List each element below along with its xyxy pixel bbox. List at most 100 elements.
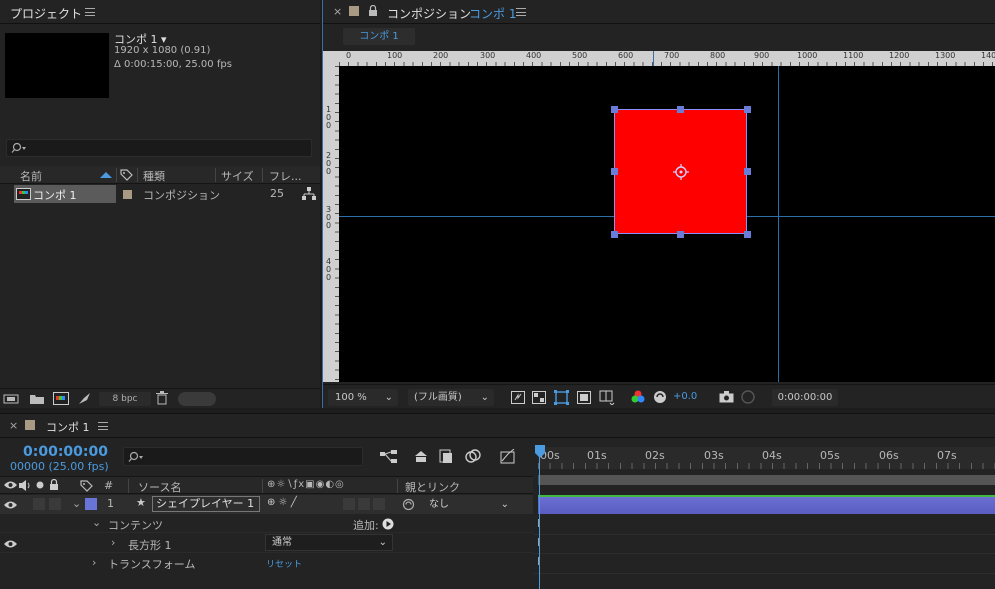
label-tag-icon[interactable] xyxy=(80,480,93,492)
thumbnail-size-scrollbar[interactable] xyxy=(178,392,216,406)
sort-ascending-icon[interactable] xyxy=(100,171,112,179)
switch-toggle[interactable] xyxy=(373,498,385,510)
transform-handle[interactable] xyxy=(677,231,684,238)
chevron-down-icon[interactable]: ⌄ xyxy=(92,516,101,529)
lock-icon[interactable] xyxy=(49,479,59,491)
timeline-tracks[interactable]: 00s 01s 02s 03s 04s 05s 06s 07s I I I xyxy=(534,441,995,589)
project-item-row[interactable]: コンポ 1 コンポジション 25 xyxy=(0,185,320,203)
chevron-right-icon[interactable]: › xyxy=(92,556,96,569)
guide-vertical[interactable] xyxy=(778,66,779,382)
switch-toggle[interactable] xyxy=(343,498,355,510)
rectangle-shape[interactable] xyxy=(614,109,747,234)
contents-row[interactable]: ⌄ コンテンツ 追加: xyxy=(0,515,533,533)
eye-icon[interactable] xyxy=(4,480,17,490)
fast-preview-icon[interactable] xyxy=(511,391,525,404)
panel-menu-icon[interactable] xyxy=(98,422,108,430)
transform-handle[interactable] xyxy=(744,231,751,238)
magnification-dropdown[interactable]: 100 % ⌄ xyxy=(328,389,398,406)
current-time-display[interactable]: 0:00:00:00 xyxy=(772,389,838,406)
time-tick: 06s xyxy=(879,449,899,462)
exposure-value[interactable]: +0.0 xyxy=(673,391,697,402)
layer-switches[interactable]: ⊕ ☼ ╱ xyxy=(267,497,297,508)
hide-shy-layers-icon[interactable] xyxy=(439,449,453,464)
column-type[interactable]: 種類 xyxy=(143,168,165,184)
comp-viewer-tab[interactable]: コンポ 1 xyxy=(343,28,415,45)
comp-panel-title[interactable]: コンポジション xyxy=(387,5,471,22)
transform-handle[interactable] xyxy=(611,106,618,113)
layer-duration-bar[interactable] xyxy=(538,495,995,514)
comp-panel-comp-name[interactable]: コンポ 1 xyxy=(469,5,516,22)
draft-3d-icon[interactable] xyxy=(413,449,429,464)
column-size[interactable]: サイズ xyxy=(221,168,254,184)
column-parent-link[interactable]: 親とリンク xyxy=(405,479,460,495)
mask-visibility-icon[interactable] xyxy=(554,390,569,405)
flowchart-icon[interactable] xyxy=(301,187,316,201)
audio-icon[interactable] xyxy=(19,480,31,491)
work-area-bar[interactable] xyxy=(538,475,995,485)
solo-icon[interactable] xyxy=(36,481,44,489)
switch-toggle[interactable] xyxy=(358,498,370,510)
composition-viewer[interactable] xyxy=(339,66,995,382)
project-item-name-cell[interactable]: コンポ 1 xyxy=(14,185,116,203)
resolution-dropdown[interactable]: (フル画質) ⌄ xyxy=(408,389,494,406)
eye-icon[interactable] xyxy=(4,500,17,510)
panel-menu-icon[interactable] xyxy=(516,8,526,16)
transform-handle[interactable] xyxy=(677,106,684,113)
region-of-interest-icon[interactable] xyxy=(577,391,591,404)
switches-column-icons[interactable]: ⊕☼∖ƒx▣◉◐◎ xyxy=(267,479,345,490)
eye-icon[interactable] xyxy=(4,539,17,549)
column-frame-rate[interactable]: フレ... xyxy=(269,168,302,184)
ruler-vertical[interactable]: 1 0 0 2 0 0 3 0 0 4 0 0 xyxy=(323,66,339,382)
time-ruler[interactable]: 00s 01s 02s 03s 04s 05s 06s 07s xyxy=(538,447,995,469)
solo-toggle[interactable] xyxy=(33,498,45,510)
parent-dropdown[interactable]: なし ⌄ xyxy=(423,497,513,513)
close-icon[interactable]: × xyxy=(333,5,342,18)
panel-menu-icon[interactable] xyxy=(85,8,95,16)
column-source-name[interactable]: ソース名 xyxy=(138,479,181,495)
reset-link[interactable]: リセット xyxy=(266,557,302,570)
interpret-footage-icon[interactable] xyxy=(3,393,19,405)
show-snapshot-icon[interactable] xyxy=(741,390,755,404)
transform-row[interactable]: › トランスフォーム リセット xyxy=(0,554,533,572)
new-folder-icon[interactable] xyxy=(29,393,45,405)
ruler-horizontal[interactable]: 0 100 200 300 400 500 600 700 800 900 10… xyxy=(323,51,995,66)
pick-whip-icon[interactable] xyxy=(402,498,415,511)
new-composition-icon[interactable] xyxy=(53,392,69,405)
anchor-point-icon[interactable] xyxy=(672,163,690,181)
project-search-input[interactable] xyxy=(6,139,312,157)
chevron-down-icon[interactable]: ⌄ xyxy=(72,497,81,510)
timeline-current-time[interactable]: 0:00:00:00 xyxy=(23,444,108,460)
graph-editor-icon[interactable] xyxy=(500,449,516,464)
close-icon[interactable]: × xyxy=(9,419,18,432)
render-queue-icon[interactable] xyxy=(78,392,92,405)
grid-guides-icon[interactable] xyxy=(599,390,615,405)
bit-depth-button[interactable]: 8 bpc xyxy=(99,392,151,406)
transform-handle[interactable] xyxy=(611,168,618,175)
transparency-grid-icon[interactable] xyxy=(532,391,546,404)
transform-handle[interactable] xyxy=(744,106,751,113)
reset-exposure-icon[interactable] xyxy=(653,390,667,404)
blend-mode-dropdown[interactable]: 通常 ⌄ xyxy=(265,534,393,551)
timeline-tab-title[interactable]: コンポ 1 xyxy=(46,419,90,435)
frame-blending-icon[interactable] xyxy=(465,449,481,464)
column-layer-number[interactable]: # xyxy=(104,479,113,492)
trash-icon[interactable] xyxy=(156,391,168,405)
lock-icon[interactable] xyxy=(368,5,378,17)
column-name[interactable]: 名前 xyxy=(20,168,42,184)
composition-mini-flowchart-icon[interactable] xyxy=(380,450,398,464)
project-panel-title[interactable]: プロジェクト xyxy=(10,5,82,22)
timeline-search-input[interactable] xyxy=(123,447,363,466)
chevron-right-icon[interactable]: › xyxy=(111,536,115,549)
layer-label-color[interactable] xyxy=(85,498,97,510)
color-channels-icon[interactable] xyxy=(631,390,645,404)
playhead-handle[interactable] xyxy=(534,445,546,459)
label-tag-icon[interactable] xyxy=(120,169,133,181)
add-play-icon[interactable] xyxy=(382,518,394,530)
lock-toggle[interactable] xyxy=(49,498,61,510)
transform-handle[interactable] xyxy=(744,168,751,175)
playhead[interactable] xyxy=(539,447,540,589)
label-color-swatch[interactable] xyxy=(123,190,132,199)
transform-handle[interactable] xyxy=(611,231,618,238)
layer-name-field[interactable]: シェイプレイヤー 1 xyxy=(152,496,260,512)
snapshot-camera-icon[interactable] xyxy=(719,391,734,403)
